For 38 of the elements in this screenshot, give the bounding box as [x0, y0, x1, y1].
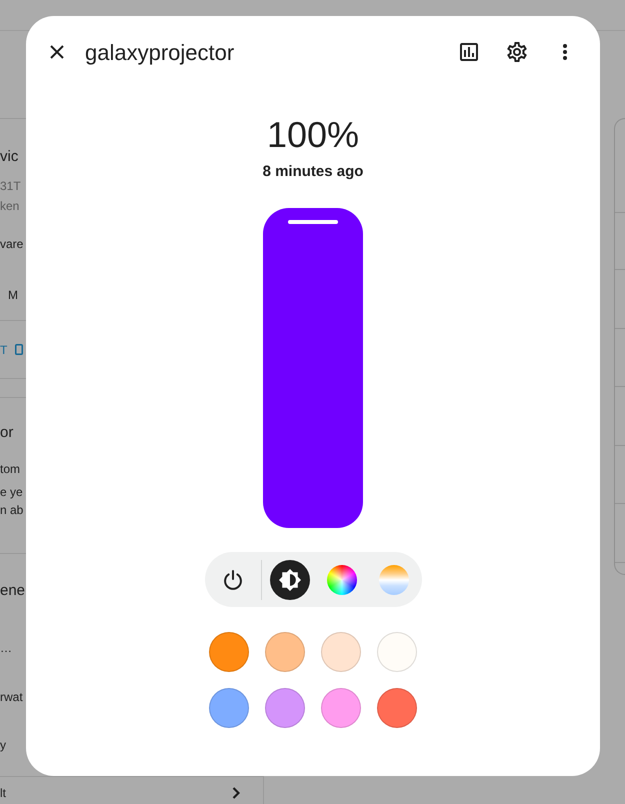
updated-time: 8 minutes ago: [262, 162, 364, 182]
color-wheel-icon: [326, 564, 356, 594]
more-icon: [563, 44, 567, 60]
body-text: rwat: [0, 689, 23, 706]
list-item-text[interactable]: lt: [0, 783, 6, 803]
body-text: tom: [0, 461, 20, 478]
section-heading: vic: [0, 147, 18, 167]
swatch-icon[interactable]: [209, 688, 249, 728]
body-text: n ab: [0, 502, 24, 519]
swatch-icon[interactable]: [377, 688, 417, 728]
close-icon: [50, 45, 64, 59]
swatch-icon[interactable]: [209, 632, 249, 672]
body-text: M: [8, 287, 18, 304]
swatch-icon[interactable]: [321, 632, 361, 672]
gradient-circle-icon: [378, 564, 408, 594]
body-text: e ye: [0, 484, 23, 501]
power-icon: [224, 570, 242, 590]
settings-icon: [507, 42, 527, 62]
brightness-icon: [278, 568, 300, 590]
brightness-value: 100%: [266, 113, 360, 157]
body-text: y: [0, 737, 6, 754]
mode-tab[interactable]: [270, 560, 310, 600]
chevron-right-icon: [232, 787, 240, 799]
caption-text: ken: [0, 198, 20, 215]
section-heading: or: [0, 423, 14, 443]
swatch-icon[interactable]: [265, 688, 305, 728]
bar-chart-icon: [460, 43, 478, 61]
swatch-icon[interactable]: [265, 632, 305, 672]
swatch-icon[interactable]: [321, 688, 361, 728]
square-icon: [15, 344, 24, 355]
dialog-title: galaxyprojector: [85, 38, 234, 67]
slider-handle[interactable]: [288, 220, 338, 224]
swatch-icon[interactable]: [377, 632, 417, 672]
body-text: vare: [0, 236, 24, 253]
section-heading: ene: [0, 581, 26, 601]
brightness-slider[interactable]: [263, 208, 363, 528]
body-text: …: [0, 640, 12, 657]
caption-text: 31T: [0, 178, 21, 195]
